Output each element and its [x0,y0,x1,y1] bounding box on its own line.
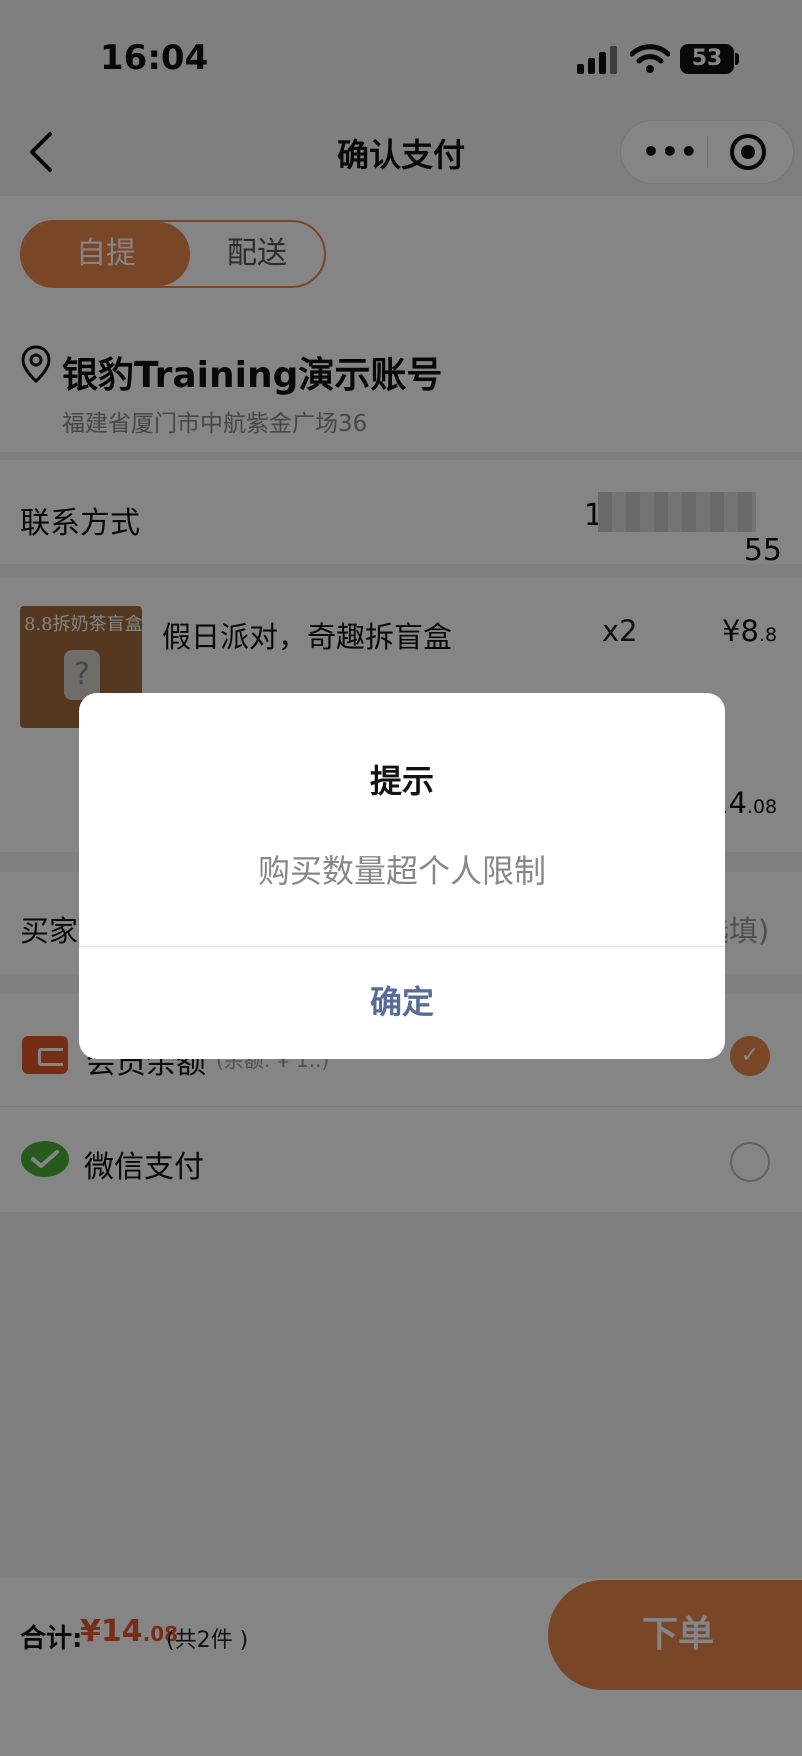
dialog-message: 购买数量超个人限制 [257,852,546,890]
dialog-title: 提示 [369,762,434,800]
dialog-confirm-button[interactable]: 确定 [79,946,725,1058]
